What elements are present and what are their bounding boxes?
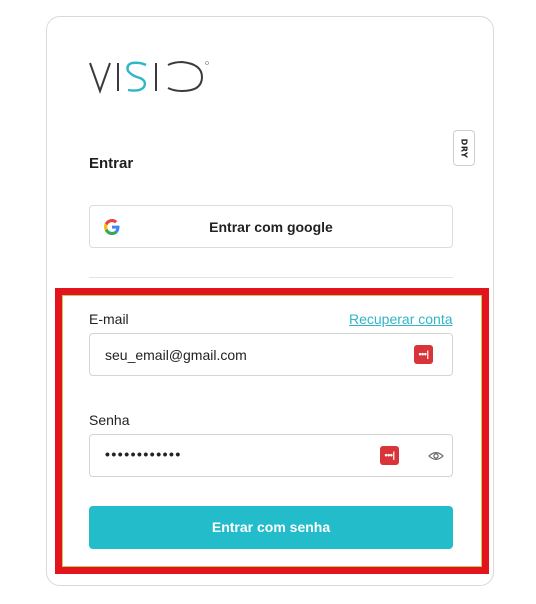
password-manager-icon[interactable]: •••|	[414, 345, 433, 364]
login-title: Entrar	[89, 155, 134, 172]
visio-logo	[89, 60, 209, 94]
password-label: Senha	[89, 412, 130, 428]
password-manager-icon[interactable]: •••|	[380, 446, 399, 465]
password-signin-button[interactable]: Entrar com senha	[89, 506, 453, 549]
login-card	[46, 16, 494, 586]
email-label: E-mail	[89, 311, 129, 327]
dry-badge[interactable]: DRY	[453, 130, 475, 166]
eye-icon[interactable]	[428, 448, 444, 464]
password-value: ••••••••••••	[105, 446, 182, 462]
google-signin-button[interactable]: Entrar com google	[89, 205, 453, 248]
recover-account-link[interactable]: Recuperar conta	[349, 311, 453, 327]
email-value: seu_email@gmail.com	[105, 347, 247, 363]
password-field[interactable]: •••••••••••• •••|	[89, 434, 453, 477]
dry-badge-text: DRY	[459, 138, 469, 158]
google-signin-label: Entrar com google	[209, 219, 333, 235]
email-field[interactable]: seu_email@gmail.com •••|	[89, 333, 453, 376]
divider	[89, 277, 453, 278]
